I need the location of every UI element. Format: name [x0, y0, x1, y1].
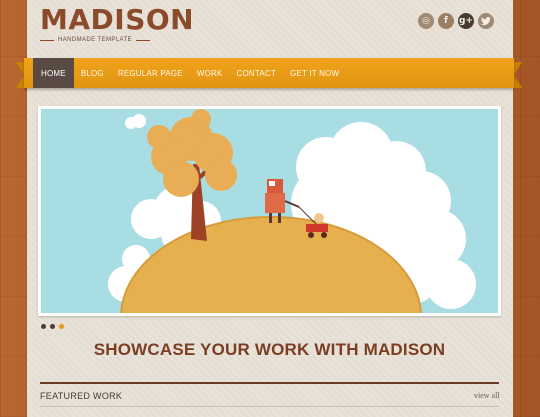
nav-item-regular-page[interactable]: REGULAR PAGE — [111, 58, 190, 88]
google-plus-icon[interactable]: g+ — [458, 13, 474, 29]
hero-slider[interactable] — [38, 106, 501, 316]
social-links: ◎ f g+ — [418, 13, 494, 29]
logo-title: MADISON — [40, 3, 195, 36]
section-divider — [40, 382, 499, 384]
illustration-svg — [41, 109, 498, 313]
main-navigation: HOME BLOG REGULAR PAGE WORK CONTACT GET … — [16, 58, 522, 90]
nav-item-contact[interactable]: CONTACT — [229, 58, 282, 88]
divider — [40, 406, 499, 407]
slider-dot[interactable] — [41, 324, 46, 329]
slider-dot[interactable] — [50, 324, 55, 329]
nav-bar: HOME BLOG REGULAR PAGE WORK CONTACT GET … — [24, 58, 514, 88]
divider — [40, 39, 55, 41]
nav-item-home[interactable]: HOME — [33, 58, 74, 88]
view-all-link[interactable]: view all — [474, 391, 500, 400]
hero-illustration — [41, 109, 498, 313]
slider-pagination — [41, 324, 64, 329]
site-logo[interactable]: MADISON HANDMADE TEMPLATE — [40, 3, 195, 43]
nav-item-blog[interactable]: BLOG — [74, 58, 111, 88]
showcase-heading: SHOWCASE YOUR WORK WITH MADISON — [93, 340, 446, 359]
logo-subtitle: HANDMADE TEMPLATE — [58, 37, 132, 43]
dribbble-icon[interactable]: ◎ — [418, 13, 434, 29]
nav-item-get-it-now[interactable]: GET IT NOW — [283, 58, 346, 88]
logo-subtitle-row: HANDMADE TEMPLATE — [40, 37, 150, 43]
featured-work-title: FEATURED WORK — [40, 391, 123, 401]
slider-dot-active[interactable] — [59, 324, 64, 329]
twitter-icon[interactable] — [478, 13, 494, 29]
facebook-icon[interactable]: f — [438, 13, 454, 29]
divider — [135, 39, 150, 41]
nav-item-work[interactable]: WORK — [190, 58, 230, 88]
twitter-bird-glyph — [481, 17, 491, 25]
